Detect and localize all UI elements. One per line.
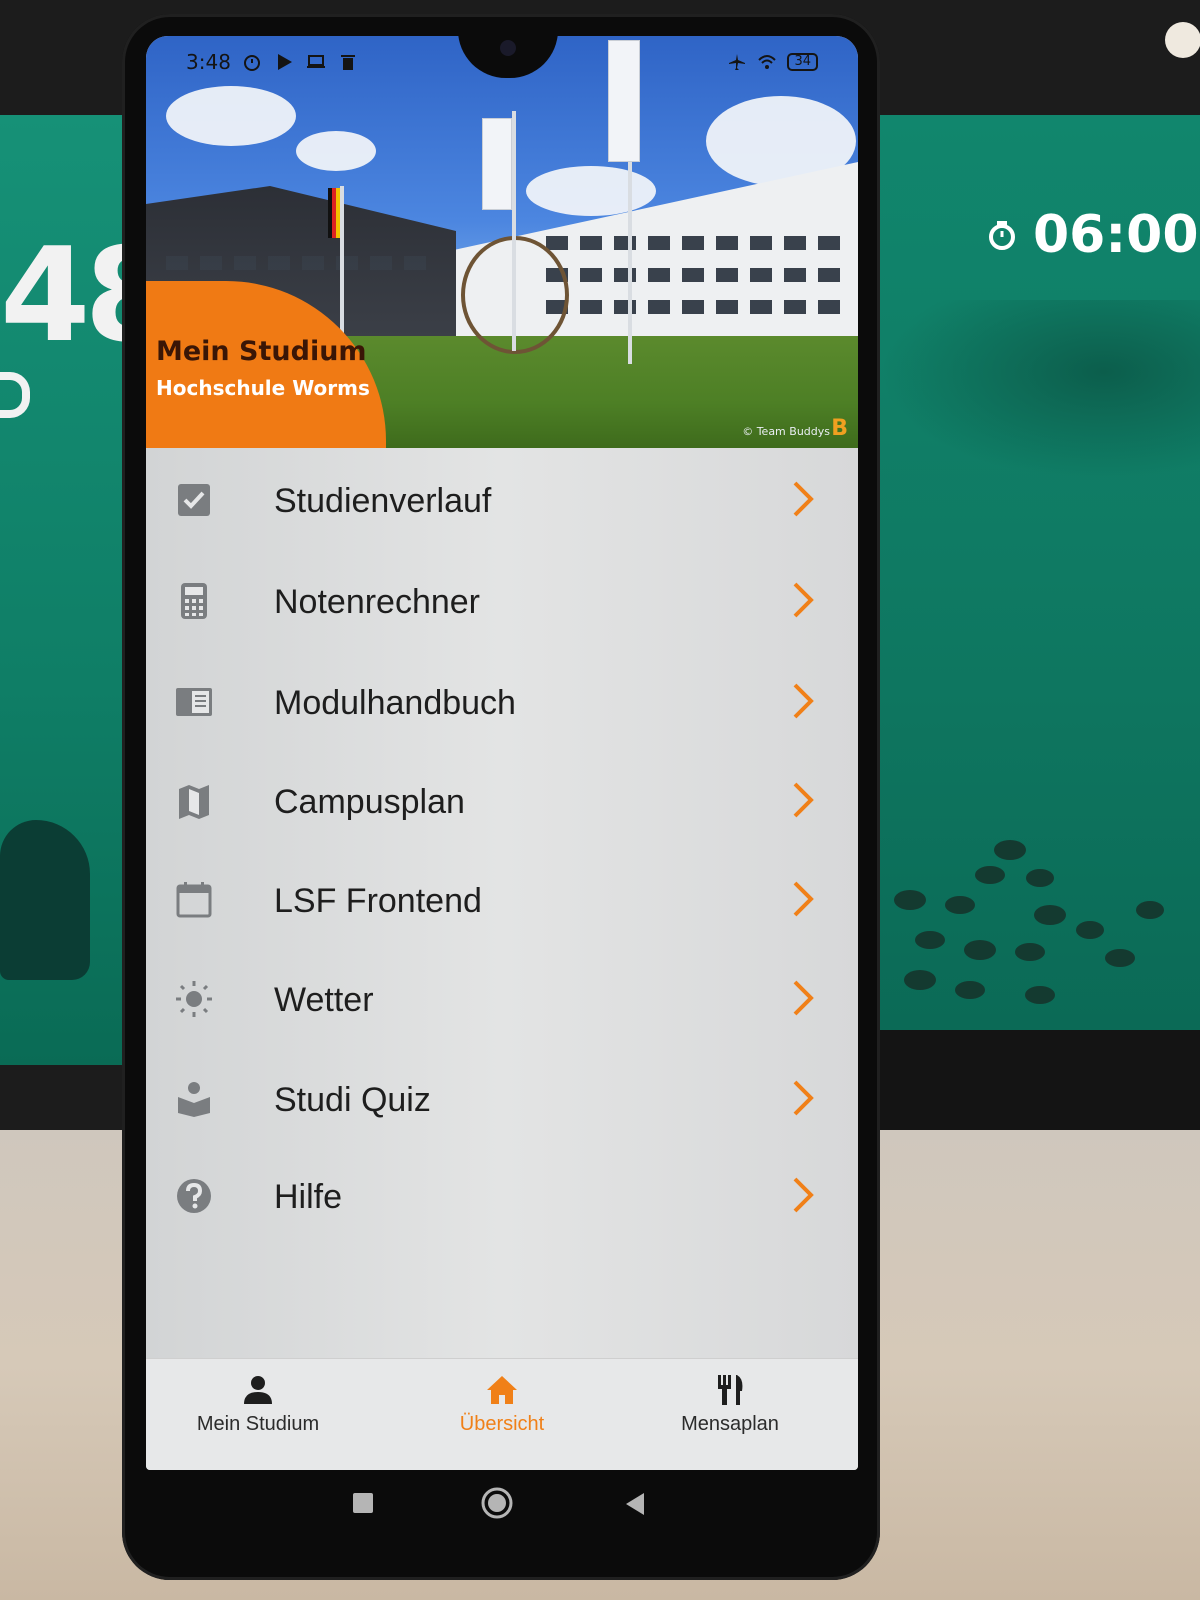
help-icon	[177, 1179, 211, 1213]
credit-logo: B	[831, 416, 848, 441]
chevron-right-icon	[793, 1177, 814, 1213]
person-icon	[244, 1376, 272, 1404]
airplane-mode-icon	[729, 54, 746, 70]
tab-uebersicht[interactable]: Übersicht	[402, 1373, 602, 1463]
battery-indicator: 34	[787, 53, 818, 71]
menu-item-modulhandbuch[interactable]: Modulhandbuch	[146, 662, 858, 742]
menu-item-hilfe[interactable]: Hilfe	[146, 1156, 858, 1236]
menu-item-wetter[interactable]: Wetter	[146, 959, 858, 1039]
menu-item-label: Campusplan	[274, 783, 465, 821]
flagpole	[512, 111, 516, 351]
building-windows	[546, 236, 846, 250]
background-light	[1165, 22, 1200, 58]
tab-mein-studium[interactable]: Mein Studium	[158, 1373, 358, 1463]
tab-label: Mensaplan	[681, 1413, 779, 1435]
sun-icon	[176, 981, 212, 1017]
status-notification-icons	[242, 52, 358, 72]
status-system-icons: 34	[727, 52, 818, 72]
menu-item-studi-quiz[interactable]: Studi Quiz	[146, 1059, 858, 1139]
home-icon	[487, 1376, 517, 1404]
menu-item-label: Studi Quiz	[274, 1081, 431, 1119]
chevron-right-icon	[793, 881, 814, 917]
background-alarm-time: 06:00	[1033, 205, 1199, 265]
recents-button-icon[interactable]	[352, 1492, 374, 1514]
reader-icon	[178, 1082, 210, 1117]
menu-item-label: LSF Frontend	[274, 882, 482, 920]
status-time: 3:48	[186, 50, 231, 74]
chevron-right-icon	[793, 980, 814, 1016]
calendar-icon	[176, 882, 212, 918]
tab-mensaplan[interactable]: Mensaplan	[630, 1373, 830, 1463]
chevron-right-icon	[793, 582, 814, 618]
header-title: Mein Studium	[156, 336, 367, 367]
cloud	[296, 131, 376, 171]
background-alarm: 06:00	[985, 205, 1199, 265]
menu-item-label: Notenrechner	[274, 583, 481, 621]
phone-screen: Mein Studium Hochschule Worms © Team Bud…	[146, 36, 858, 1470]
menu-item-studienverlauf[interactable]: Studienverlauf	[146, 460, 858, 540]
menu-item-label: Studienverlauf	[274, 482, 492, 520]
trash-icon	[341, 55, 355, 70]
building-windows	[546, 268, 846, 282]
main-menu: Studienverlauf Notenrechner Modulhandbuc…	[146, 448, 858, 1358]
menu-item-label: Wetter	[274, 981, 374, 1019]
menu-item-label: Modulhandbuch	[274, 684, 516, 722]
german-flag	[328, 188, 340, 238]
background-herd-illustration	[894, 840, 1164, 1004]
alarm-icon	[244, 55, 260, 71]
building-windows	[166, 256, 436, 270]
front-camera	[500, 40, 516, 56]
cutlery-icon	[718, 1375, 743, 1405]
system-navigation-bar	[146, 1470, 858, 1550]
university-flag-left	[482, 118, 512, 210]
map-icon	[179, 785, 209, 819]
background-display-bezel	[880, 1030, 1200, 1130]
chevron-right-icon	[793, 481, 814, 517]
background-wave	[880, 300, 1200, 480]
cloud	[166, 86, 296, 146]
background-animal-illustration	[0, 820, 90, 980]
building-windows	[546, 300, 846, 314]
photo-credit: © Team Buddys	[742, 425, 830, 438]
tab-label: Übersicht	[459, 1413, 545, 1435]
wifi-icon	[758, 55, 777, 69]
flagpole	[340, 186, 344, 336]
laptop-icon	[307, 55, 325, 68]
play-store-icon	[278, 54, 292, 70]
back-button-icon[interactable]	[624, 1492, 646, 1516]
menu-item-campusplan[interactable]: Campusplan	[146, 761, 858, 841]
home-button-icon[interactable]	[480, 1486, 514, 1520]
chevron-right-icon	[793, 683, 814, 719]
header-campus-image: Mein Studium Hochschule Worms © Team Bud…	[146, 36, 858, 448]
chevron-right-icon	[793, 1080, 814, 1116]
alarm-clock-icon	[989, 221, 1015, 250]
menu-item-lsf-frontend[interactable]: LSF Frontend	[146, 860, 858, 940]
cloud	[526, 166, 656, 216]
header-subtitle: Hochschule Worms	[156, 376, 370, 400]
checkbox-icon	[178, 484, 210, 516]
bottom-navigation: Mein Studium Übersicht Mensaplan	[146, 1358, 858, 1470]
calculator-icon	[181, 583, 207, 619]
menu-item-notenrechner[interactable]: Notenrechner	[146, 561, 858, 641]
tab-label: Mein Studium	[196, 1413, 320, 1435]
menu-item-label: Hilfe	[274, 1178, 343, 1216]
chevron-right-icon	[793, 782, 814, 818]
book-icon	[176, 688, 212, 716]
